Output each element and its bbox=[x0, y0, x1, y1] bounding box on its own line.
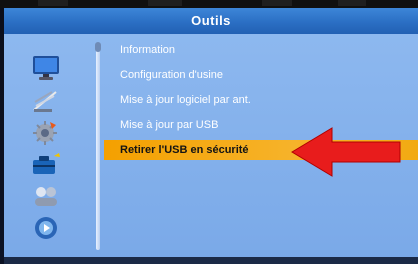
menu-item-information[interactable]: Information bbox=[110, 40, 175, 60]
red-arrow-annotation bbox=[291, 127, 401, 177]
menu-item-usb-update[interactable]: Mise à jour par USB bbox=[110, 115, 218, 135]
menu-item-ota-update[interactable]: Mise à jour logiciel par ant. bbox=[110, 90, 251, 110]
game-icon[interactable] bbox=[30, 182, 62, 210]
panel-footer bbox=[4, 257, 418, 264]
title-bar: Outils bbox=[4, 8, 418, 35]
media-icon[interactable] bbox=[30, 214, 62, 242]
scroll-handle[interactable] bbox=[95, 42, 101, 52]
toolbox-icon[interactable] bbox=[30, 150, 62, 178]
antenna-dish-icon[interactable] bbox=[30, 86, 62, 114]
monitor-icon[interactable] bbox=[30, 54, 62, 82]
window-title: Outils bbox=[191, 13, 231, 28]
scroll-track bbox=[96, 50, 100, 250]
tv-screen: Outils Information Configuration d'usine… bbox=[0, 0, 418, 264]
menu-item-factory-reset[interactable]: Configuration d'usine bbox=[110, 65, 223, 85]
gear-icon[interactable] bbox=[30, 118, 62, 146]
sidebar bbox=[14, 46, 80, 246]
top-edge bbox=[0, 0, 418, 8]
